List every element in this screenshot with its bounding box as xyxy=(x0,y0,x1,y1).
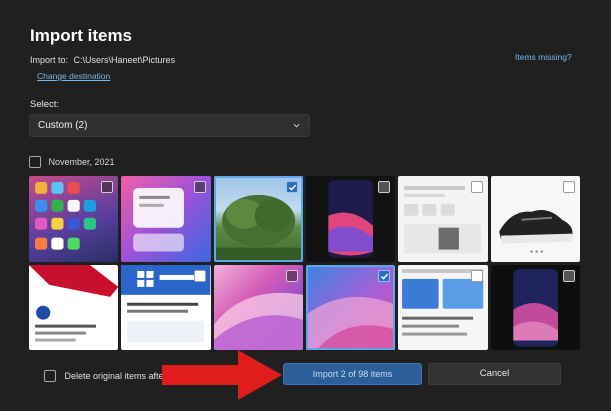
delete-originals-label: Delete original items after xyxy=(64,370,167,381)
dialog-title: Import items xyxy=(30,26,133,45)
red-annotation-arrow-icon xyxy=(162,350,282,400)
thumbnail-grid xyxy=(29,176,580,350)
select-dropdown[interactable]: Custom (2) xyxy=(29,114,310,137)
thumbnail-blue-wallpaper[interactable] xyxy=(306,264,396,350)
thumbnail-red-phone-tweet[interactable] xyxy=(29,264,119,350)
thumbnail-web-shop[interactable] xyxy=(398,176,488,262)
thumbnail-checkbox[interactable] xyxy=(378,269,391,282)
items-missing-link[interactable]: Items missing? xyxy=(515,52,572,62)
thumbnail-phone-lockscreen[interactable] xyxy=(490,264,580,350)
thumbnail-windows11-article[interactable] xyxy=(121,264,211,350)
delete-originals-option[interactable]: Delete original items after xyxy=(44,367,167,385)
change-destination-link[interactable]: Change destination xyxy=(37,71,110,81)
import-to-path: C:\Users\Haneet\Pictures xyxy=(73,55,176,65)
import-to-label: Import to: xyxy=(30,55,69,65)
thumbnail-checkbox[interactable] xyxy=(470,181,483,193)
thumbnail-checkbox[interactable] xyxy=(193,269,206,282)
thumbnail-dark-phone[interactable] xyxy=(306,176,396,262)
thumbnail-checkbox[interactable] xyxy=(101,181,114,193)
thumbnail-web-article[interactable] xyxy=(398,264,488,350)
thumbnail-iphone-homescreen[interactable] xyxy=(29,176,119,262)
checkmark-icon xyxy=(381,273,389,280)
group-checkbox[interactable] xyxy=(29,155,41,168)
thumbnail-checkbox[interactable] xyxy=(193,181,206,193)
thumbnail-checkbox[interactable] xyxy=(563,269,575,282)
thumbnail-checkbox[interactable] xyxy=(286,181,298,193)
thumbnail-checkbox[interactable] xyxy=(563,181,575,193)
checkmark-icon xyxy=(289,184,297,191)
thumbnail-purple-widget[interactable] xyxy=(121,176,211,262)
import-dialog: Import items Import to: C:\Users\Haneet\… xyxy=(0,0,611,411)
chevron-down-icon xyxy=(293,123,300,128)
import-destination: Import to: C:\Users\Haneet\Pictures xyxy=(30,55,175,65)
thumbnail-pink-wallpaper[interactable] xyxy=(213,264,303,350)
group-header[interactable]: November, 2021 xyxy=(29,153,115,169)
thumbnail-checkbox[interactable] xyxy=(286,269,298,282)
thumbnail-sneaker[interactable] xyxy=(490,176,580,262)
red-phone-tweet-image xyxy=(29,264,119,342)
thumbnail-checkbox[interactable] xyxy=(378,181,391,193)
select-value: Custom (2) xyxy=(38,120,88,131)
thumbnail-checkbox[interactable] xyxy=(470,269,483,282)
group-label: November, 2021 xyxy=(48,156,115,167)
delete-originals-checkbox[interactable] xyxy=(44,369,56,382)
select-label: Select: xyxy=(30,99,60,110)
cancel-button[interactable]: Cancel xyxy=(428,363,561,385)
import-button[interactable]: Import 2 of 98 items xyxy=(283,363,422,385)
thumbnail-tree-photo[interactable] xyxy=(213,176,303,262)
